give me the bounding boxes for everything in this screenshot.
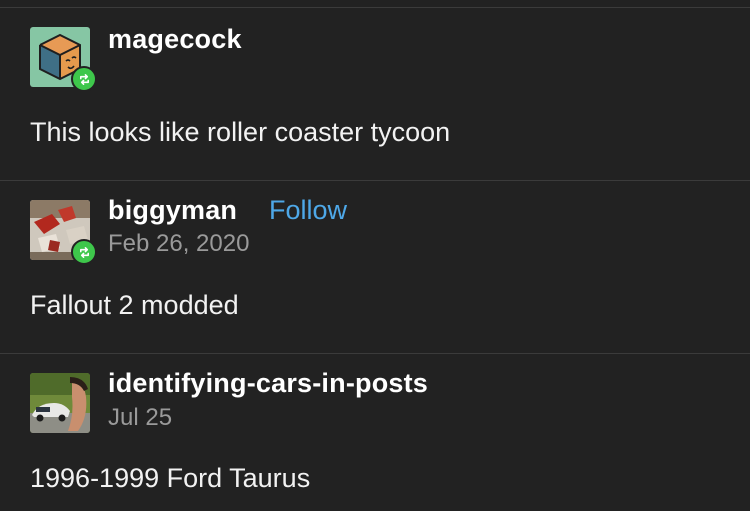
post-date: Jul 25: [108, 404, 173, 431]
post-date: Feb 26, 2020: [108, 230, 250, 257]
post-body-text: 1996-1999 Ford Taurus: [30, 463, 311, 493]
post-divider: [0, 353, 750, 354]
post-username[interactable]: magecock: [108, 24, 242, 55]
avatar-biggyman[interactable]: [30, 200, 97, 265]
follow-button[interactable]: Follow: [269, 195, 347, 226]
top-divider: [0, 7, 750, 8]
post-username[interactable]: identifying-cars-in-posts: [108, 368, 428, 399]
post-username[interactable]: biggyman: [108, 195, 237, 226]
post-body-text: This looks like roller coaster tycoon: [30, 117, 451, 147]
car-photo-avatar-icon: [30, 373, 90, 433]
reblog-badge-icon: [71, 239, 97, 265]
avatar-identifying-cars-in-posts[interactable]: [30, 373, 90, 433]
reblog-badge-icon: [71, 66, 97, 92]
post-divider: [0, 180, 750, 181]
avatar-magecock[interactable]: [30, 27, 97, 92]
post-body-text: Fallout 2 modded: [30, 290, 239, 320]
